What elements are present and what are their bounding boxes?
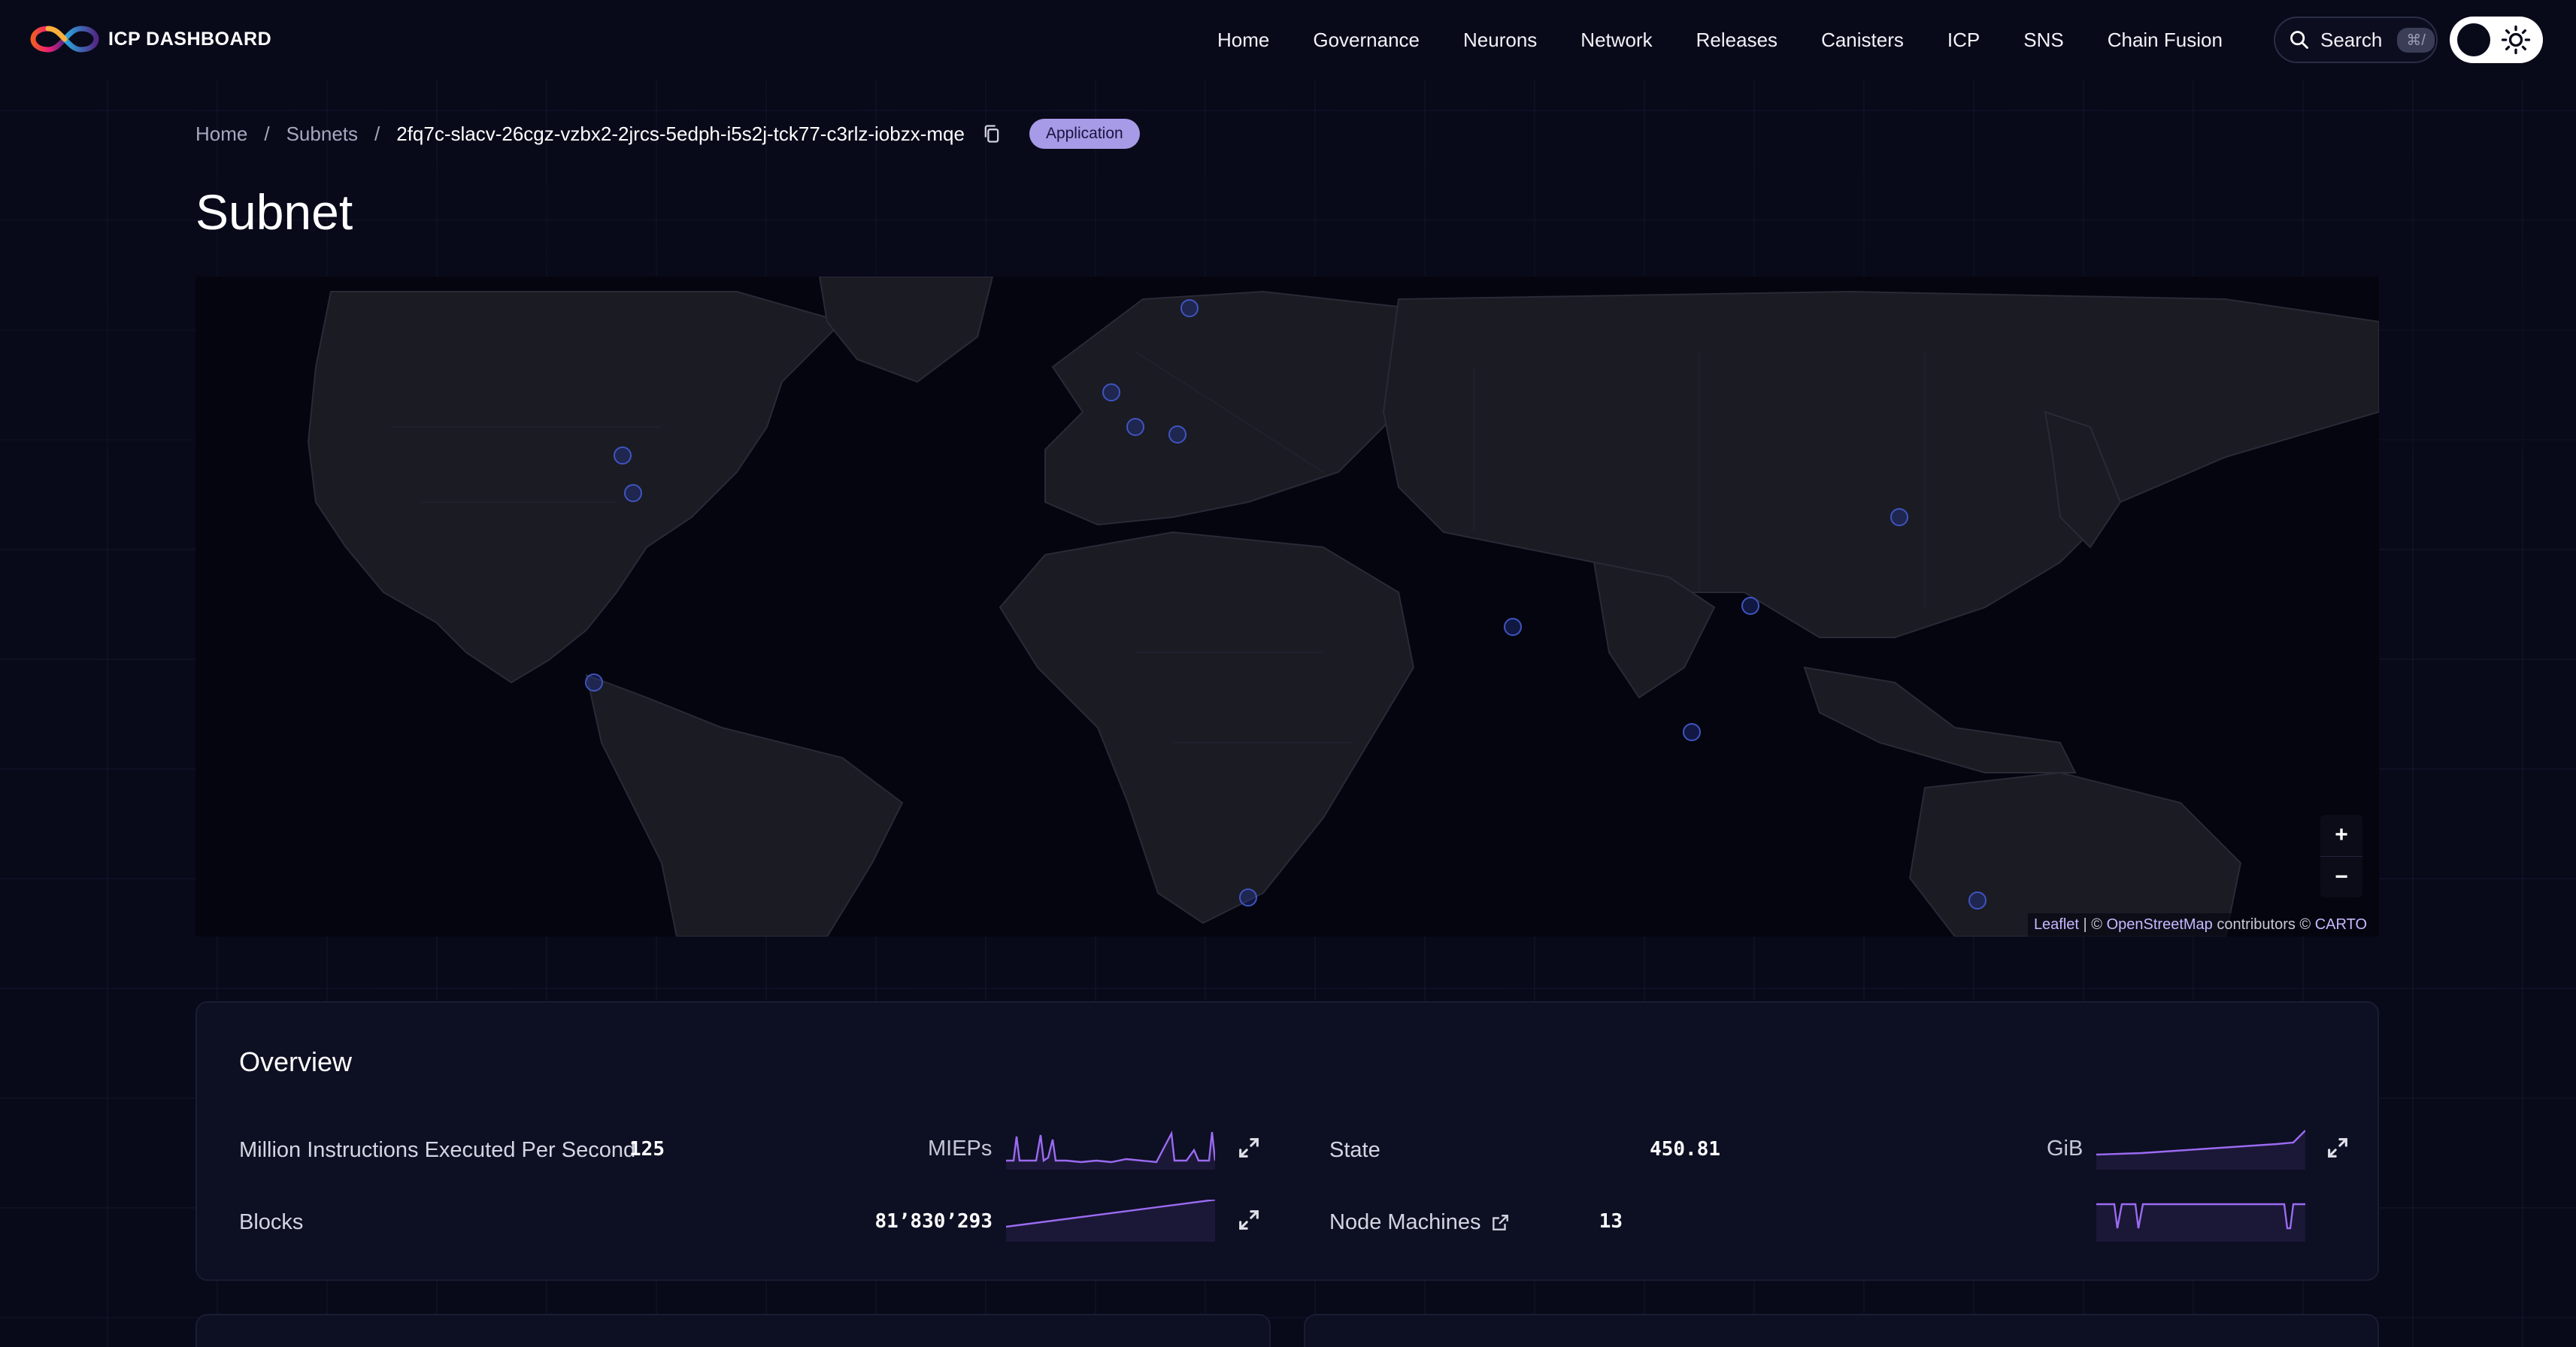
carto-link[interactable]: CARTO [2315,916,2367,933]
nav-item-sns[interactable]: SNS [2002,29,2085,52]
blocks-sparkline [1006,1200,1215,1242]
metric-state-unit: GiB [2047,1137,2084,1161]
subnet-type-badge: Application [1029,119,1140,149]
node-location-marker[interactable] [1968,891,1987,910]
metric-state: State 450.81 GiB [1329,1128,2382,1173]
top-header: ICP DASHBOARD Home Governance Neurons Ne… [0,0,2576,80]
nav-item-canisters[interactable]: Canisters [1799,29,1926,52]
node-location-marker[interactable] [1741,597,1759,615]
subnet-details-card [195,1314,1271,1347]
metric-mieps-unit: MIEPs [928,1137,993,1161]
breadcrumb-separator: / [264,122,270,145]
metric-state-value: 450.81 [1650,1138,1720,1161]
theme-toggle[interactable] [2450,17,2543,63]
leaflet-link[interactable]: Leaflet [2034,916,2079,933]
metric-blocks: Blocks 81’830’293 [239,1200,1292,1245]
metric-state-label: State [1329,1138,1380,1162]
node-location-marker[interactable] [585,674,603,692]
subnet-nodes-card [1304,1314,2379,1347]
overview-card: Overview Million Instructions Executed P… [195,1001,2379,1281]
theme-toggle-knob [2457,23,2490,56]
search-button[interactable]: Search ⌘/ [2274,17,2438,63]
search-icon [2290,31,2308,49]
nav-item-home[interactable]: Home [1196,29,1291,52]
brand-name: ICP DASHBOARD [108,28,272,50]
node-location-marker[interactable] [614,446,632,465]
metric-nodes-value: 13 [1599,1210,1623,1233]
node-location-marker[interactable] [1890,508,1908,526]
attribution-separator: | © [2079,916,2107,933]
search-label: Search [2320,28,2383,51]
breadcrumb: Home / Subnets / 2fq7c-slacv-26cgz-vzbx2… [195,119,1140,149]
breadcrumb-subnets[interactable]: Subnets [286,123,358,146]
openstreetmap-link[interactable]: OpenStreetMap [2107,916,2213,933]
nav-item-network[interactable]: Network [1559,29,1674,52]
node-location-marker[interactable] [1239,888,1257,907]
nav-item-releases[interactable]: Releases [1674,29,1799,52]
zoom-in-button[interactable]: + [2320,815,2362,857]
node-location-marker[interactable] [1126,418,1144,436]
main-nav: Home Governance Neurons Network Releases… [1196,0,2244,80]
nodes-sparkline [2096,1203,2305,1242]
mieps-sparkline [1006,1130,1215,1170]
infinity-logo-icon [30,26,99,53]
breadcrumb-subnet-id: 2fq7c-slacv-26cgz-vzbx2-2jrcs-5edph-i5s2… [396,122,965,145]
nav-item-neurons[interactable]: Neurons [1441,29,1559,52]
metric-blocks-value: 81’830’293 [874,1210,993,1233]
expand-icon[interactable] [1236,1135,1262,1161]
map-attribution: Leaflet | © OpenStreetMap contributors ©… [2027,913,2373,937]
state-sparkline [2096,1130,2305,1170]
sun-icon [2501,25,2531,55]
metric-mieps-label: Million Instructions Executed Per Second [239,1138,636,1162]
node-location-marker[interactable] [624,484,642,502]
overview-title: Overview [239,1046,353,1077]
zoom-out-button[interactable]: − [2320,857,2362,898]
metric-nodes: Node Machines 13 [1329,1200,2382,1245]
metric-mieps-value: 125 [629,1138,665,1161]
node-location-marker[interactable] [1504,618,1522,636]
metric-mieps: Million Instructions Executed Per Second… [239,1128,1292,1173]
brand-logo[interactable]: ICP DASHBOARD [30,21,271,57]
external-link-icon [1492,1214,1508,1230]
nav-item-chain-fusion[interactable]: Chain Fusion [2086,29,2244,52]
map-zoom-controls: + − [2320,815,2362,897]
world-map-land [307,277,2379,937]
breadcrumb-home[interactable]: Home [195,123,247,146]
copy-button[interactable] [981,123,1002,144]
metric-nodes-label[interactable]: Node Machines [1329,1210,1510,1235]
breadcrumb-separator: / [374,122,380,145]
node-location-marker[interactable] [1102,383,1120,401]
nav-item-icp[interactable]: ICP [1926,29,2002,52]
copy-icon [984,125,999,143]
node-location-marker[interactable] [1168,425,1186,443]
metric-blocks-label: Blocks [239,1210,304,1234]
nav-item-governance[interactable]: Governance [1291,29,1441,52]
page-title: Subnet [195,184,353,240]
world-map[interactable]: + − Leaflet | © OpenStreetMap contributo… [195,277,2379,937]
expand-icon[interactable] [1236,1207,1262,1233]
node-location-marker[interactable] [1180,299,1199,317]
node-machines-label-text: Node Machines [1329,1210,1481,1234]
attribution-contributors: contributors © [2212,916,2315,933]
search-shortcut: ⌘/ [2397,27,2435,53]
node-location-marker[interactable] [1683,723,1701,741]
external-link-button[interactable] [1490,1213,1510,1233]
expand-icon[interactable] [2325,1135,2350,1161]
